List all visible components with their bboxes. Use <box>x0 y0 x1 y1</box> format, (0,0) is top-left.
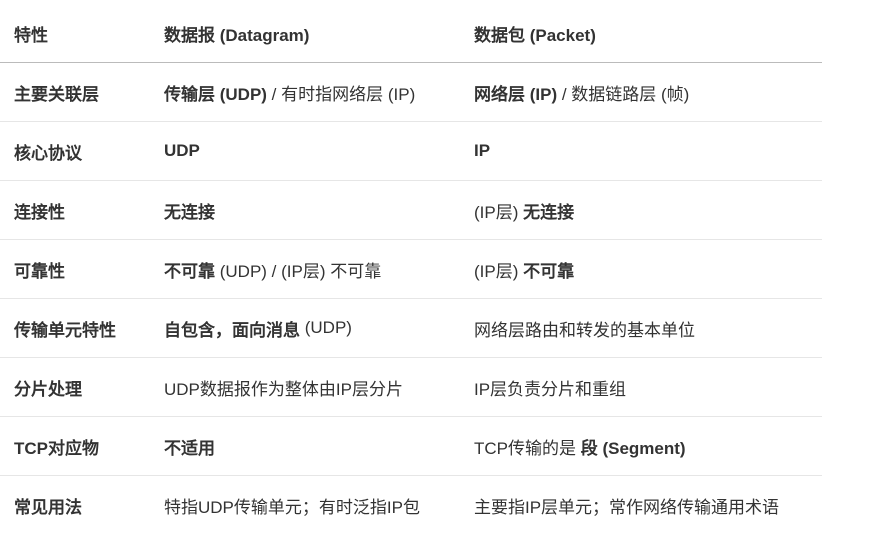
packet-cell: 主要指IP层单元；常作网络传输通用术语 <box>474 476 779 534</box>
header-datagram: 数据报 (Datagram) <box>164 25 310 45</box>
table-row: 核心协议 UDP IP <box>0 122 822 181</box>
datagram-cell: 自包含，面向消息 (UDP) <box>164 299 352 357</box>
text: 网络层路由和转发的基本单位 <box>474 320 695 340</box>
datagram-cell: 不可靠 (UDP) / (IP层) 不可靠 <box>164 240 381 298</box>
datagram-cell: 不适用 <box>164 417 215 475</box>
text: UDP数据报作为整体由IP层分片 <box>164 379 403 399</box>
table-header-row: 特性 数据报 (Datagram) 数据包 (Packet) <box>0 0 822 63</box>
table-row: 可靠性 不可靠 (UDP) / (IP层) 不可靠 (IP层) 不可靠 <box>0 240 822 299</box>
comparison-table: 特性 数据报 (Datagram) 数据包 (Packet) 主要关联层 传输层 … <box>0 0 822 534</box>
datagram-cell: UDP数据报作为整体由IP层分片 <box>164 358 403 416</box>
feature-cell: 常见用法 <box>14 497 82 517</box>
bold-text: 自包含，面向消息 <box>164 320 300 340</box>
header-feature: 特性 <box>14 25 48 45</box>
feature-cell: 连接性 <box>14 202 65 222</box>
packet-cell: 网络层路由和转发的基本单位 <box>474 299 695 357</box>
table-row: 分片处理 UDP数据报作为整体由IP层分片 IP层负责分片和重组 <box>0 358 822 417</box>
packet-cell: 网络层 (IP) / 数据链路层 (帧) <box>474 63 689 121</box>
table-row: TCP对应物 不适用 TCP传输的是 段 (Segment) <box>0 417 822 476</box>
feature-cell: 可靠性 <box>14 261 65 281</box>
feature-cell: 主要关联层 <box>14 84 99 104</box>
packet-cell: IP <box>474 122 490 180</box>
bold-text: 不可靠 <box>164 261 215 281</box>
table-row: 传输单元特性 自包含，面向消息 (UDP) 网络层路由和转发的基本单位 <box>0 299 822 358</box>
text: / 有时指网络层 (IP) <box>266 84 416 104</box>
text: (IP层) <box>474 202 524 222</box>
feature-cell: 传输单元特性 <box>14 320 116 340</box>
bold-text: 网络层 (IP) <box>474 84 558 104</box>
text: (IP层) <box>474 261 524 281</box>
header-packet: 数据包 (Packet) <box>474 25 596 45</box>
table-row: 连接性 无连接 (IP层) 无连接 <box>0 181 822 240</box>
bold-text: 无连接 <box>164 202 215 222</box>
datagram-cell: 特指UDP传输单元；有时泛指IP包 <box>164 476 420 534</box>
bold-text: 段 (Segment) <box>580 438 686 458</box>
table-row: 主要关联层 传输层 (UDP) / 有时指网络层 (IP) 网络层 (IP) / 数… <box>0 63 822 122</box>
text: 主要指IP层单元；常作网络传输通用术语 <box>474 497 780 517</box>
text: TCP传输的是 <box>474 438 581 458</box>
text: IP层负责分片和重组 <box>474 379 627 399</box>
bold-text: 无连接 <box>523 202 575 222</box>
datagram-cell: 传输层 (UDP) / 有时指网络层 (IP) <box>164 63 415 121</box>
bold-text: 不可靠 <box>523 261 575 281</box>
table-body: 主要关联层 传输层 (UDP) / 有时指网络层 (IP) 网络层 (IP) / 数… <box>0 63 822 534</box>
packet-cell: (IP层) 无连接 <box>474 181 574 239</box>
text: 特指UDP传输单元；有时泛指IP包 <box>164 497 420 517</box>
bold-text: UDP <box>164 141 200 160</box>
text: (UDP) <box>300 318 352 337</box>
datagram-cell: UDP <box>164 122 200 180</box>
bold-text: 传输层 (UDP) <box>164 84 267 104</box>
packet-cell: TCP传输的是 段 (Segment) <box>474 417 686 475</box>
feature-cell: TCP对应物 <box>14 438 99 458</box>
packet-cell: (IP层) 不可靠 <box>474 240 574 298</box>
text: (UDP) / (IP层) 不可靠 <box>215 261 382 281</box>
bold-text: 不适用 <box>164 438 215 458</box>
packet-cell: IP层负责分片和重组 <box>474 358 626 416</box>
feature-cell: 核心协议 <box>14 143 82 163</box>
text: / 数据链路层 (帧) <box>557 84 690 104</box>
table-row: 常见用法 特指UDP传输单元；有时泛指IP包 主要指IP层单元；常作网络传输通用术语 <box>0 476 822 534</box>
bold-text: IP <box>474 141 491 160</box>
feature-cell: 分片处理 <box>14 379 82 399</box>
datagram-cell: 无连接 <box>164 181 215 239</box>
